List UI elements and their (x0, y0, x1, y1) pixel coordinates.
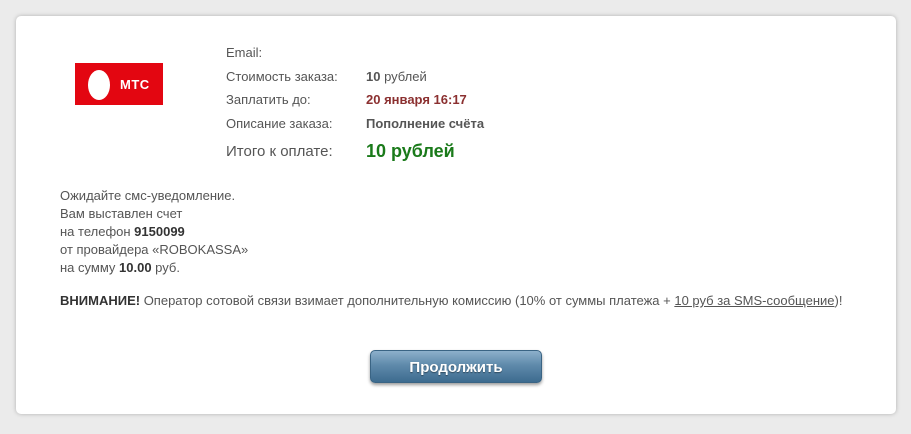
email-label: Email: (226, 45, 263, 60)
cost-value: 10 рублей (366, 69, 427, 84)
continue-button[interactable]: Продолжить (370, 350, 542, 383)
invoice-amount: 10.00 (119, 260, 152, 275)
sms-message: Ожидайте смс-уведомление. Вам выставлен … (60, 187, 248, 277)
msg-line-1: Ожидайте смс-уведомление. (60, 188, 236, 203)
description-value: Пополнение счёта (366, 115, 485, 131)
msg-line-4: от провайдера «ROBOKASSA» (60, 242, 249, 257)
msg-amount-suffix: руб. (151, 260, 180, 275)
msg-line-5: на сумму 10.00 руб. (60, 259, 248, 277)
msg-line-2: Вам выставлен счет (60, 206, 183, 221)
pay-until-value: 20 января 16:17 (366, 92, 467, 107)
sms-fee-link[interactable]: 10 руб за SMS-сообщение (674, 293, 834, 308)
total-label: Итого к оплате: (226, 143, 333, 160)
warning-text: Оператор сотовой связи взимает дополните… (140, 293, 675, 308)
msg-phone-prefix: на телефон (60, 224, 135, 239)
description-label: Описание заказа: (226, 115, 333, 131)
payment-card: МТС Email: Стоимость заказа: 10 рублей З… (16, 16, 896, 414)
warning-title: ВНИМАНИЕ! (60, 293, 141, 308)
cost-unit: рублей (380, 68, 427, 84)
pay-until-label: Заплатить до: (226, 92, 311, 107)
warning-notice: ВНИМАНИЕ! Оператор сотовой связи взимает… (60, 292, 853, 310)
warning-suffix: )! (834, 293, 843, 308)
cost-amount: 10 (366, 68, 381, 84)
phone-number: 9150099 (134, 224, 185, 239)
mts-logo: МТС (75, 63, 163, 105)
msg-line-3: на телефон 9150099 (60, 223, 248, 241)
logo-text: МТС (120, 77, 150, 92)
cost-label: Стоимость заказа: (226, 68, 338, 84)
total-value: 10 рублей (366, 141, 455, 161)
msg-amount-prefix: на сумму (60, 260, 120, 275)
